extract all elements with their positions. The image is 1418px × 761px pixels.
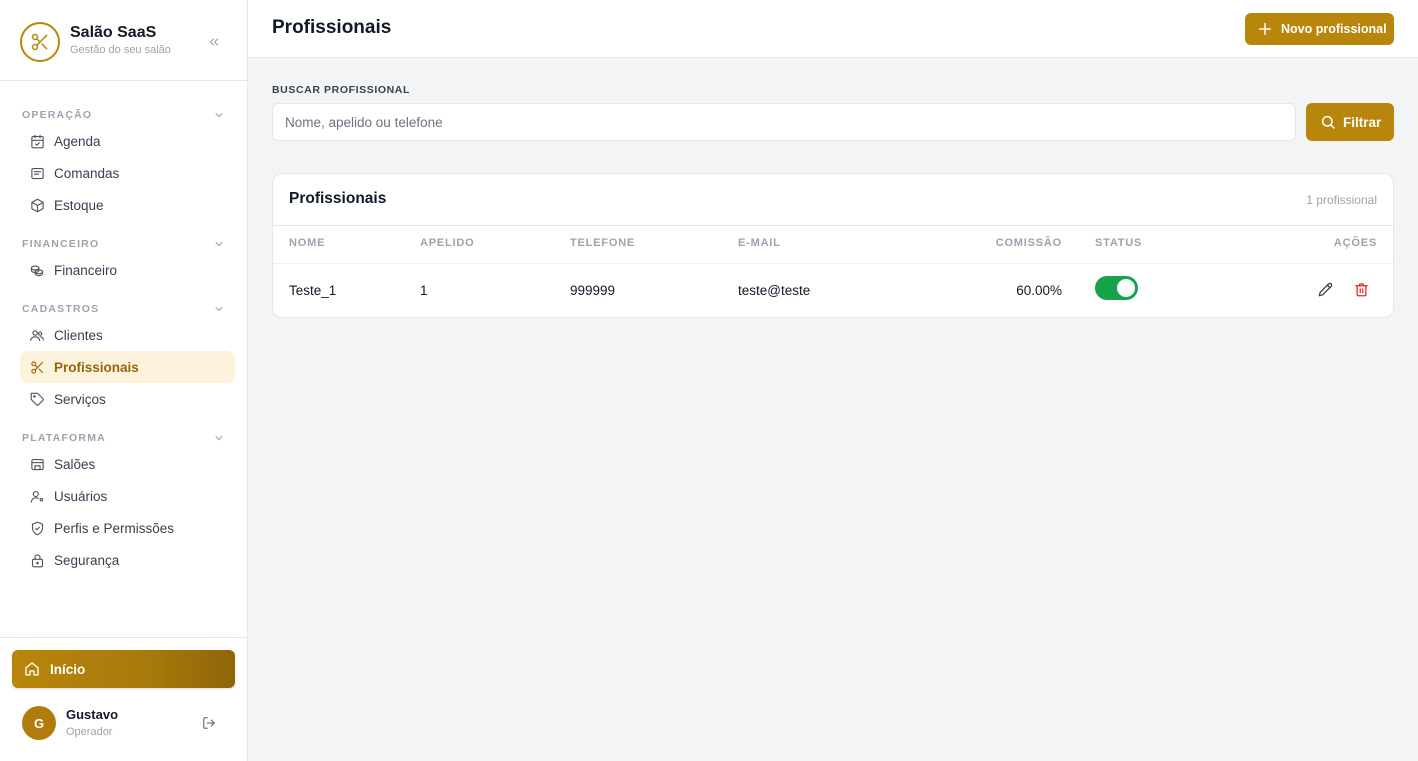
trash-icon xyxy=(1354,282,1368,296)
divider xyxy=(273,263,1393,264)
sidebar-item-profissionais[interactable]: Profissionais xyxy=(20,351,235,383)
delete-button[interactable] xyxy=(1353,281,1369,297)
brand-header: Salão SaaS Gestão do seu salão xyxy=(0,0,247,81)
chevron-down-icon[interactable] xyxy=(213,432,225,444)
professionals-card: Profissionais 1 profissional NOME APELID… xyxy=(272,173,1394,318)
sidebar-item-label: Segurança xyxy=(54,552,120,568)
lock-icon xyxy=(29,552,45,568)
card-title: Profissionais xyxy=(289,190,387,207)
section-title-financeiro: FINANCEIRO xyxy=(22,238,100,250)
sidebar-item-label: Agenda xyxy=(54,133,101,149)
sidebar-item-saloes[interactable]: Salões xyxy=(20,448,235,480)
plus-icon xyxy=(1258,22,1272,36)
sidebar-item-label: Clientes xyxy=(54,327,103,343)
calendar-check-icon xyxy=(29,133,45,149)
brand-name: Salão SaaS xyxy=(70,24,157,41)
chevron-down-icon[interactable] xyxy=(213,303,225,315)
sidebar-item-financeiro[interactable]: Financeiro xyxy=(20,254,235,286)
cell-telefone: 999999 xyxy=(570,283,616,298)
sidebar: Salão SaaS Gestão do seu salão OPERAÇÃO … xyxy=(0,0,248,761)
column-header-status: STATUS xyxy=(1095,237,1143,249)
column-header-apelido: APELIDO xyxy=(420,237,475,249)
status-toggle[interactable] xyxy=(1095,276,1138,300)
cell-comissao: 60.00% xyxy=(1016,283,1062,298)
professional-count: 1 profissional xyxy=(1306,193,1377,207)
section-title-operacao: OPERAÇÃO xyxy=(22,109,93,121)
page-title: Profissionais xyxy=(272,17,392,38)
avatar: G xyxy=(22,706,56,740)
sidebar-item-label: Perfis e Permissões xyxy=(54,520,175,536)
toggle-knob xyxy=(1117,279,1135,297)
sidebar-item-agenda[interactable]: Agenda xyxy=(20,125,235,157)
search-input[interactable] xyxy=(272,103,1296,141)
sidebar-item-label: Serviços xyxy=(54,391,106,407)
chevron-down-icon[interactable] xyxy=(213,109,225,121)
chevron-down-icon[interactable] xyxy=(213,238,225,250)
users-icon xyxy=(29,327,45,343)
pencil-icon xyxy=(1318,282,1332,296)
scissors-icon xyxy=(29,359,45,375)
sidebar-item-comandas[interactable]: Comandas xyxy=(20,157,235,189)
coins-icon xyxy=(29,262,45,278)
sidebar-item-estoque[interactable]: Estoque xyxy=(20,189,235,221)
search-label: BUSCAR PROFISSIONAL xyxy=(272,84,410,96)
home-button[interactable]: Início xyxy=(12,650,235,688)
sidebar-item-perfis-permissoes[interactable]: Perfis e Permissões xyxy=(20,512,235,544)
column-header-comissao: COMISSÃO xyxy=(995,237,1062,249)
column-header-nome: NOME xyxy=(289,237,326,249)
receipt-icon xyxy=(29,165,45,181)
home-icon xyxy=(25,662,39,676)
sidebar-item-label: Estoque xyxy=(54,197,104,213)
cell-apelido: 1 xyxy=(420,283,428,298)
sidebar-item-servicos[interactable]: Serviços xyxy=(20,383,235,415)
scissors-icon xyxy=(20,22,60,62)
sidebar-item-label: Profissionais xyxy=(54,359,139,375)
cell-email: teste@teste xyxy=(738,283,811,298)
new-professional-button[interactable]: Novo profissional xyxy=(1245,13,1394,45)
collapse-sidebar-button[interactable] xyxy=(204,32,224,52)
sidebar-item-usuarios[interactable]: Usuários xyxy=(20,480,235,512)
column-header-acoes: AÇÕES xyxy=(1333,237,1377,249)
column-header-email: E-MAIL xyxy=(738,237,781,249)
sidebar-item-label: Comandas xyxy=(54,165,120,181)
tag-icon xyxy=(29,391,45,407)
filter-button-label: Filtrar xyxy=(1343,114,1382,130)
user-role: Operador xyxy=(66,726,113,738)
user-name: Gustavo xyxy=(66,707,119,722)
sidebar-item-seguranca[interactable]: Segurança xyxy=(20,544,235,576)
logout-icon[interactable] xyxy=(202,716,216,730)
chevrons-left-icon xyxy=(209,38,219,46)
cell-nome: Teste_1 xyxy=(289,283,337,298)
home-button-label: Início xyxy=(50,661,86,677)
sidebar-item-clientes[interactable]: Clientes xyxy=(20,319,235,351)
top-bar: Profissionais Novo profissional xyxy=(248,0,1418,58)
edit-button[interactable] xyxy=(1317,281,1333,297)
sidebar-footer: Início G Gustavo Operador xyxy=(0,637,247,761)
user-cog-icon xyxy=(29,488,45,504)
filter-button[interactable]: Filtrar xyxy=(1306,103,1394,141)
column-header-telefone: TELEFONE xyxy=(570,237,636,249)
store-icon xyxy=(29,456,45,472)
new-professional-button-label: Novo profissional xyxy=(1281,22,1387,36)
divider xyxy=(273,225,1393,226)
section-title-plataforma: PLATAFORMA xyxy=(22,432,106,444)
sidebar-item-label: Usuários xyxy=(54,488,108,504)
sidebar-item-label: Salões xyxy=(54,456,96,472)
package-icon xyxy=(29,197,45,213)
brand-subtitle: Gestão do seu salão xyxy=(70,44,171,56)
sidebar-item-label: Financeiro xyxy=(54,262,118,278)
search-icon xyxy=(1321,115,1335,129)
section-title-cadastros: CADASTROS xyxy=(22,303,100,315)
shield-check-icon xyxy=(29,520,45,536)
